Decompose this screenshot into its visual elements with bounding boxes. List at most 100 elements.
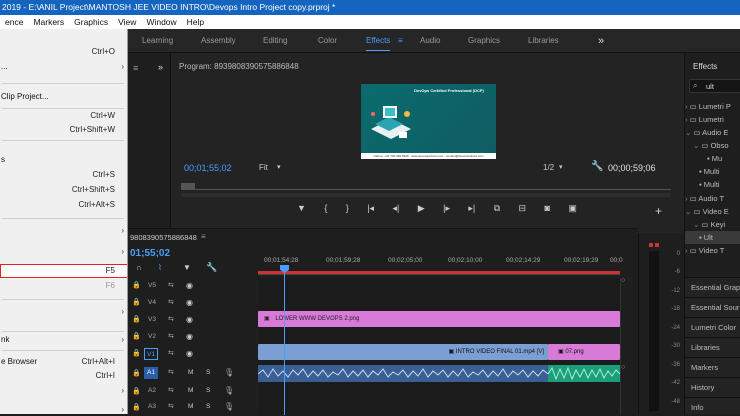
step-back-icon[interactable]: ◂| <box>393 203 400 219</box>
lock-icon[interactable]: 🔒 <box>132 403 141 411</box>
lock-icon[interactable]: 🔒 <box>132 315 141 323</box>
tab-audio[interactable]: Audio <box>420 29 440 53</box>
tab-libraries[interactable]: Libraries <box>528 29 559 53</box>
menu-item-save[interactable]: Ctrl+S <box>0 168 127 182</box>
menu-item-convert-clip-project[interactable]: Clip Project... <box>0 90 127 104</box>
timeline-timecode[interactable]: 01;55;02 <box>130 248 170 259</box>
sync-lock-icon[interactable]: ⇆ <box>168 368 174 376</box>
wrench-icon[interactable]: 🔧 <box>591 161 603 172</box>
menu-sequence[interactable]: ence <box>0 15 28 29</box>
track-label[interactable]: V1 <box>144 348 158 360</box>
lock-icon[interactable]: 🔒 <box>132 281 141 289</box>
menu-item-open-recent[interactable]: ... › <box>0 60 127 74</box>
sequence-menu-icon[interactable]: ≡ <box>201 232 206 241</box>
tab-graphics[interactable]: Graphics <box>468 29 500 53</box>
panel-menu-icon[interactable]: ≡ <box>133 63 138 73</box>
panel-info[interactable]: Info <box>685 397 740 414</box>
workspace-menu-icon[interactable]: ≡ <box>398 29 403 53</box>
step-forward-icon[interactable]: |▸ <box>443 203 450 219</box>
mute-button[interactable]: M <box>188 387 193 394</box>
add-button-icon[interactable]: + <box>655 204 662 218</box>
lift-icon[interactable]: ⧉ <box>494 203 500 219</box>
tab-color[interactable]: Color <box>318 29 337 53</box>
chevron-down-icon[interactable]: ▾ <box>559 163 563 171</box>
linked-selection-icon[interactable]: ⌇ <box>158 263 162 272</box>
effect-item[interactable]: ▪ Multi <box>685 165 740 178</box>
panel-libraries[interactable]: Libraries <box>685 337 740 357</box>
scroll-handle-top[interactable]: ○ <box>621 277 625 284</box>
export-frame-icon[interactable]: ◙ <box>545 203 550 219</box>
chevron-down-icon[interactable]: ▾ <box>277 163 281 171</box>
lock-icon[interactable]: 🔒 <box>132 298 141 306</box>
panel-essential-graphics[interactable]: Essential Grap <box>685 277 740 297</box>
effects-folder-lumetri-presets[interactable]: › ▭ Lumetri P <box>685 100 740 113</box>
tab-editing[interactable]: Editing <box>263 29 287 53</box>
more-panels-icon[interactable]: » <box>158 62 163 72</box>
add-marker-icon[interactable]: ▼ <box>183 263 191 272</box>
menu-item-save-copy[interactable]: Ctrl+Alt+S <box>0 198 127 212</box>
lock-icon[interactable]: 🔒 <box>132 332 141 340</box>
solo-button[interactable]: S <box>206 387 210 394</box>
solo-button[interactable]: S <box>206 403 210 410</box>
microphone-icon[interactable]: 🎙 <box>224 386 234 395</box>
lock-icon[interactable]: 🔒 <box>132 387 141 395</box>
sync-lock-icon[interactable]: ⇆ <box>168 298 174 306</box>
menu-view[interactable]: View <box>113 15 141 29</box>
add-marker-icon[interactable]: ▼ <box>297 203 306 219</box>
tab-assembly[interactable]: Assembly <box>201 29 236 53</box>
menu-item-adobe-dynamic-link[interactable]: › <box>0 305 127 319</box>
playhead[interactable] <box>284 267 285 415</box>
mark-in-icon[interactable]: { <box>324 203 327 219</box>
vertical-scrollbar[interactable]: ○ ○ <box>620 277 627 415</box>
eye-icon[interactable]: ◉ <box>186 315 193 324</box>
effects-folder-audio-transitions[interactable]: › ▭ Audio T <box>685 192 740 205</box>
playhead-timecode[interactable]: 00;01;55;02 <box>184 163 232 173</box>
effects-folder-video-transitions[interactable]: › ▭ Video T <box>685 244 740 257</box>
panel-lumetri-color[interactable]: Lumetri Color <box>685 317 740 337</box>
effect-item-ultra-key[interactable]: ▪ Ult <box>685 231 740 244</box>
menu-item-export[interactable]: › <box>0 403 127 414</box>
snap-icon[interactable]: ∩ <box>136 263 142 272</box>
effect-item[interactable]: ▪ Multi <box>685 178 740 191</box>
clip-v1-intro-video[interactable]: ▣ INTRO VIDEO FINAL 01.mp4 [V] <box>258 344 548 360</box>
effects-folder-keying[interactable]: ⌄ ▭ Keyi <box>685 218 740 231</box>
wrench-icon[interactable]: 🔧 <box>206 262 217 273</box>
clip-v2[interactable]: ▣ LOWER WWW DEVOPS 2.png <box>258 311 620 327</box>
sequence-tab[interactable]: 9808390575886848 <box>130 233 197 242</box>
menu-item-link[interactable]: nk › <box>0 333 127 347</box>
tab-effects[interactable]: Effects <box>366 29 391 53</box>
sync-lock-icon[interactable]: ⇆ <box>168 315 174 323</box>
scroll-handle-bottom[interactable]: ○ <box>621 364 625 371</box>
more-workspaces-icon[interactable]: » <box>598 29 604 53</box>
menu-item-save-as[interactable]: Ctrl+Shift+S <box>0 183 127 197</box>
eye-icon[interactable]: ◉ <box>186 298 193 307</box>
resolution-select[interactable]: 1/2 <box>543 163 554 172</box>
effects-folder-audio-effects[interactable]: ⌄ ▭ Audio E <box>685 126 740 139</box>
solo-button[interactable]: S <box>206 369 210 376</box>
mute-button[interactable]: M <box>188 403 193 410</box>
audio-clip-a1-green[interactable] <box>548 365 620 382</box>
panel-markers[interactable]: Markers <box>685 357 740 377</box>
sync-lock-icon[interactable]: ⇆ <box>168 402 174 410</box>
go-to-out-icon[interactable]: ▸| <box>468 203 475 219</box>
menu-item-import-recent[interactable]: › <box>0 384 127 398</box>
lock-icon[interactable]: 🔒 <box>132 369 141 377</box>
menu-item-open-project[interactable]: Ctrl+O <box>0 45 127 59</box>
menu-item-close-project[interactable]: Ctrl+Shift+W <box>0 123 127 137</box>
go-to-in-icon[interactable]: |◂ <box>367 203 374 219</box>
tab-learning[interactable]: Learning <box>142 29 173 53</box>
clip-v1-png[interactable]: ▣ 07.png <box>548 344 620 360</box>
effect-item[interactable]: ▪ Mu <box>685 152 740 165</box>
effects-folder-obsolete[interactable]: ⌄ ▭ Obso <box>685 139 740 152</box>
zoom-scrollbar[interactable] <box>181 193 671 197</box>
effects-folder-video-effects[interactable]: ⌄ ▭ Video E <box>685 205 740 218</box>
mark-out-icon[interactable]: } <box>346 203 349 219</box>
microphone-icon[interactable]: 🎙 <box>224 368 234 377</box>
menu-window[interactable]: Window <box>141 15 181 29</box>
fit-select[interactable]: Fit <box>259 163 268 172</box>
menu-item-batch-capture[interactable]: F6 <box>0 279 127 293</box>
menu-graphics[interactable]: Graphics <box>69 15 113 29</box>
menu-item-import[interactable]: Ctrl+I <box>0 369 127 383</box>
extract-icon[interactable]: ⊟ <box>519 203 527 219</box>
eye-icon[interactable]: ◉ <box>186 349 193 358</box>
